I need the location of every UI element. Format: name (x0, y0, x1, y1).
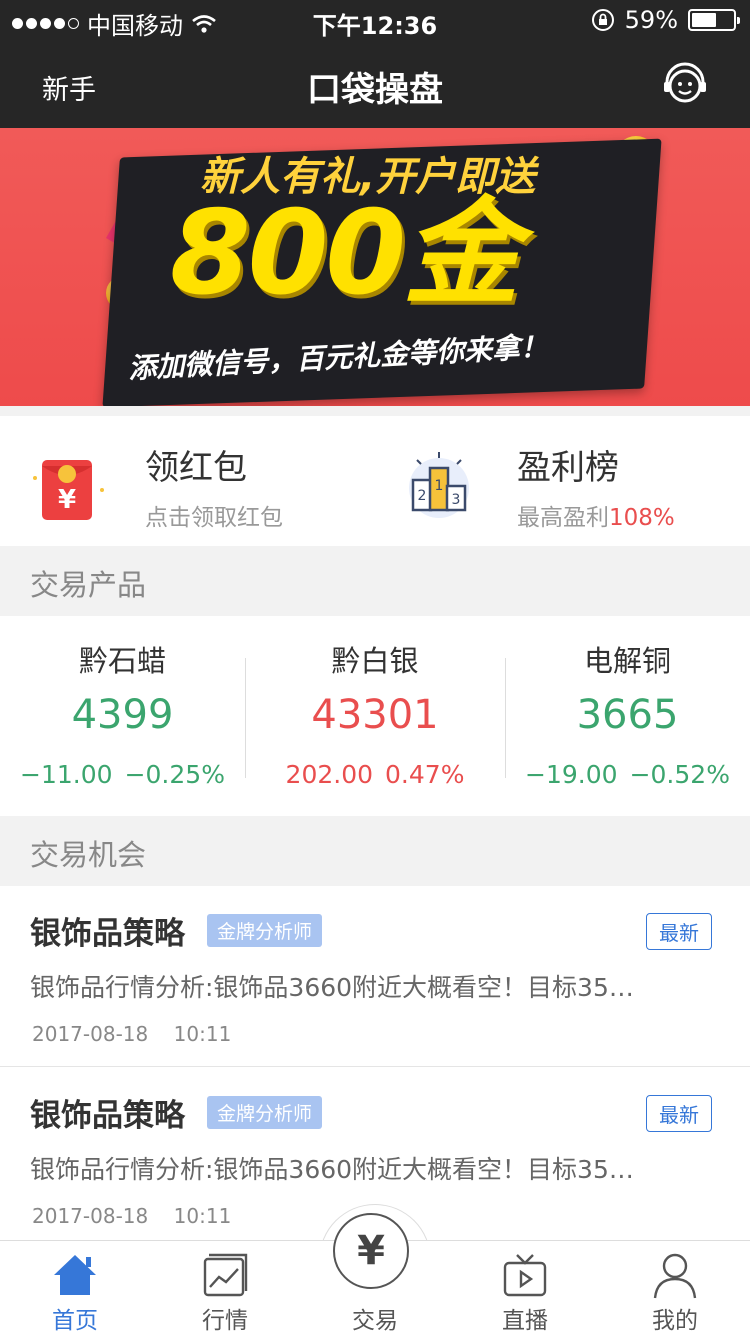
profit-ranking-promo[interactable]: 2 1 3 盈利榜 最高盈利108% (375, 416, 750, 546)
opportunities-section-title: 交易机会 (30, 838, 147, 872)
profit-ranking-title: 盈利榜 (517, 448, 619, 488)
product-name: 黔石蜡 (78, 644, 166, 678)
product-price: 43301 (311, 692, 439, 738)
products-section-header: 交易产品 (0, 546, 750, 616)
battery-percent: 59% (624, 6, 678, 34)
product-change: −19.00 −0.52% (525, 760, 730, 789)
tab-label: 交易 (352, 1308, 398, 1334)
product-name: 电解铜 (583, 644, 671, 678)
app-title: 口袋操盘 (307, 70, 443, 110)
tab-label: 我的 (652, 1308, 698, 1334)
market-chart-icon (203, 1253, 248, 1297)
analyst-tag: 金牌分析师 (207, 914, 323, 947)
red-envelope-subtitle: 点击领取红包 (145, 505, 283, 531)
red-envelope-icon: ¥ (33, 460, 104, 520)
analyst-tag: 金牌分析师 (207, 1096, 323, 1129)
tab-profile[interactable]: 我的 (600, 1241, 750, 1334)
red-envelope-promo[interactable]: ¥ 领红包 点击领取红包 (0, 416, 375, 546)
opportunity-desc: 银饰品行情分析:银饰品3660附近大概看空！目标35… (30, 1155, 634, 1184)
tab-live[interactable]: 直播 (450, 1241, 600, 1334)
opportunity-title: 银饰品策略 (30, 916, 185, 952)
podium-icon: 2 1 3 (409, 452, 469, 518)
opportunity-title: 银饰品策略 (30, 1098, 185, 1134)
opportunity-date: 2017-08-18 10:11 (32, 1022, 232, 1046)
trade-yuan-icon[interactable]: ¥ (333, 1213, 409, 1289)
status-bar: 中国移动 下午12:36 59% (0, 0, 750, 40)
list-item[interactable]: 银饰品策略 金牌分析师 最新 银饰品行情分析:银饰品3660附近大概看空！目标3… (0, 886, 750, 1066)
product-change: −11.00 −0.25% (20, 760, 225, 789)
product-card[interactable]: 电解铜 3665 −19.00 −0.52% (505, 616, 750, 816)
nav-bar: 新手 口袋操盘 (0, 40, 750, 128)
svg-text:2: 2 (418, 488, 427, 504)
tab-label: 直播 (502, 1308, 548, 1334)
opportunities-section-header: 交易机会 (0, 816, 750, 886)
latest-badge: 最新 (646, 913, 712, 950)
svg-text:3: 3 (452, 492, 461, 508)
profit-ranking-subtitle: 最高盈利108% (517, 505, 675, 531)
product-quotes: 黔石蜡 4399 −11.00 −0.25% 黔白银 43301 202.00 0.… (0, 616, 750, 816)
divider (0, 1066, 750, 1067)
svg-text:¥: ¥ (58, 485, 76, 515)
product-price: 4399 (71, 692, 174, 738)
svg-text:1: 1 (435, 478, 444, 494)
tab-market[interactable]: 行情 (150, 1241, 300, 1334)
opportunity-list: 银饰品策略 金牌分析师 最新 银饰品行情分析:银饰品3660附近大概看空！目标3… (0, 886, 750, 1240)
banner-amount: 800金 (170, 186, 519, 321)
home-icon (54, 1255, 96, 1295)
profile-icon (653, 1253, 697, 1299)
live-tv-icon (503, 1254, 547, 1297)
opportunity-desc: 银饰品行情分析:银饰品3660附近大概看空！目标35… (30, 973, 634, 1002)
red-envelope-title: 领红包 (145, 448, 247, 488)
products-section-title: 交易产品 (30, 568, 147, 602)
product-card[interactable]: 黔石蜡 4399 −11.00 −0.25% (0, 616, 245, 816)
battery-icon (688, 9, 740, 31)
promo-row: ¥ 领红包 点击领取红包 2 1 3 盈利榜 最高盈利108% (0, 416, 750, 546)
product-card[interactable]: 黔白银 43301 202.00 0.47% (245, 616, 505, 816)
customer-service-icon[interactable] (660, 60, 710, 110)
tab-label: 首页 (52, 1308, 98, 1334)
product-name: 黔白银 (331, 644, 419, 678)
tab-home[interactable]: 首页 (0, 1241, 150, 1334)
latest-badge: 最新 (646, 1095, 712, 1132)
product-change: 202.00 0.47% (285, 760, 465, 789)
max-profit-value: 108% (609, 505, 675, 531)
tab-label: 行情 (202, 1308, 248, 1334)
opportunity-date: 2017-08-18 10:11 (32, 1204, 232, 1228)
orientation-lock-icon (591, 9, 614, 31)
product-price: 3665 (576, 692, 679, 738)
